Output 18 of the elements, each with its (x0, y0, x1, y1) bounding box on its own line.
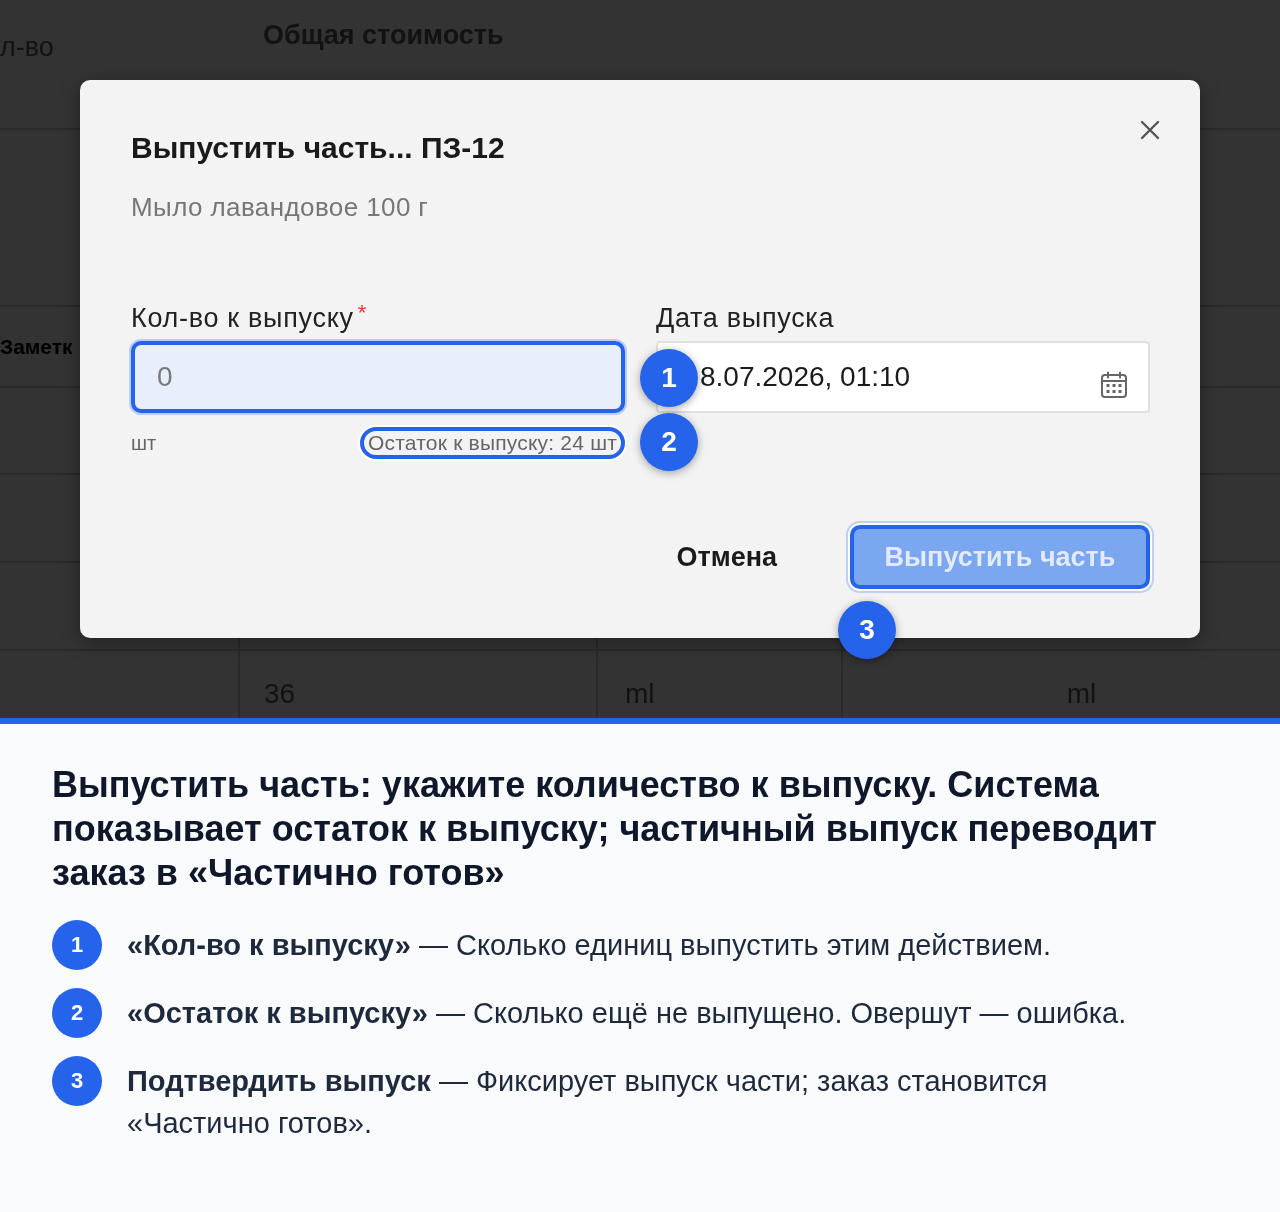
step-description: Подтвердить выпуск — Фиксирует выпуск части; заказ становится «Частично готов». (127, 1064, 1049, 1141)
unit-label: шт (131, 431, 157, 455)
dialog-subtitle: Мыло лавандовое 100 г (131, 192, 430, 222)
field-label: Дата выпуска (656, 303, 835, 333)
step-number: 2 (52, 988, 102, 1038)
dialog-title: Выпустить часть... ПЗ-12 (131, 130, 506, 166)
cancel-button[interactable]: Отмена (656, 525, 797, 589)
field-label: Кол-во к выпуску (131, 303, 354, 333)
step-description: «Остаток к выпуску» — Сколько ещё не выпущено. Овершут — ошибка. (127, 996, 1127, 1031)
step-number: 1 (52, 920, 102, 970)
quantity-field[interactable]: 0 (131, 341, 625, 413)
calendar-icon[interactable] (1100, 371, 1128, 399)
required-mark: * (357, 303, 367, 323)
caption-title: Выпустить часть: укажите количество к выпуску. Система показывает остаток к выпуску; частичный выпуск переводит заказ в «Частично готов» (52, 763, 1158, 895)
step-description: «Кол-во к выпуску» — Сколько единиц выпустить этим действием. (127, 928, 1052, 963)
step-number: 3 (52, 1056, 102, 1106)
remaining-hint: Остаток к выпуску: 24 шт (360, 427, 625, 459)
close-icon (1140, 120, 1160, 140)
